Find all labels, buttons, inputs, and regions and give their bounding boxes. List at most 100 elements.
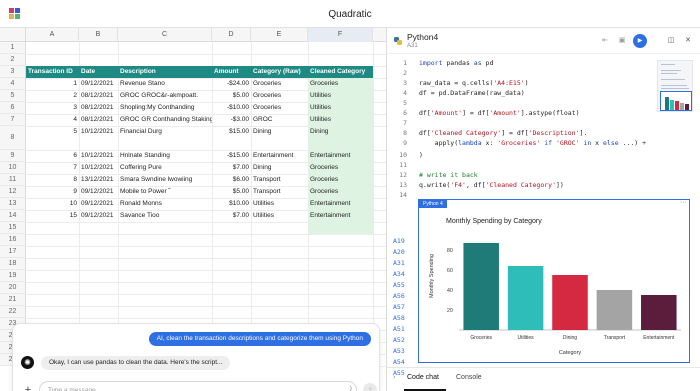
table-cell[interactable]: Groceries [251, 78, 308, 90]
row-header[interactable]: 2 [0, 54, 26, 66]
code-line[interactable]: apply(lambda x: 'Groceries' if 'GROC' in… [419, 138, 646, 148]
add-attachment-plus-icon[interactable]: + [21, 383, 35, 391]
column-header-c[interactable]: C [118, 28, 212, 42]
table-cell[interactable]: Dining [251, 162, 308, 174]
table-cell[interactable]: Revenue Stano [118, 78, 212, 90]
row-header[interactable]: 8 [0, 126, 26, 150]
row-header[interactable]: 20 [0, 282, 26, 294]
table-cell[interactable]: Entertainment [308, 210, 373, 222]
table-cell[interactable]: Dining [251, 126, 308, 150]
code-line[interactable]: import pandas as pd [419, 58, 493, 68]
select-all-corner[interactable] [0, 28, 26, 42]
table-cell[interactable]: 5 [26, 126, 79, 150]
row-header[interactable]: 9 [0, 150, 26, 162]
collapse-icon[interactable]: ⇤ [599, 35, 611, 47]
table-cell[interactable]: 10/12/2021 [79, 126, 118, 150]
send-arrow-icon[interactable]: ↑ [363, 383, 377, 391]
table-cell[interactable]: Financial Durg [118, 126, 212, 150]
table-cell[interactable]: -$10.00 [212, 102, 251, 114]
table-cell[interactable]: 09/12/2021 [79, 210, 118, 222]
table-cell[interactable]: 09/12/2021 [79, 198, 118, 210]
table-cell[interactable]: Smara Swndine lwowiing [118, 174, 212, 186]
table-cell[interactable]: -$15.00 [212, 150, 251, 162]
code-line[interactable]: df['Amount'] = df['Amount'].astype(float… [419, 108, 579, 118]
table-header-cell[interactable]: Amount [212, 66, 251, 78]
code-line[interactable]: # write it back [419, 170, 478, 180]
table-cell[interactable]: 10/12/2021 [79, 162, 118, 174]
table-header-cell[interactable]: Category (Raw) [251, 66, 308, 78]
table-cell[interactable]: Groceries [251, 90, 308, 102]
code-line[interactable]: q.write('F4', df['Cleaned Category']) [419, 180, 564, 190]
table-cell[interactable]: Groceries [308, 186, 373, 198]
table-cell[interactable]: Entertainment [308, 198, 373, 210]
tab-console[interactable]: Console [456, 374, 482, 381]
code-minimap[interactable] [657, 60, 693, 112]
table-cell[interactable]: 15 [26, 210, 79, 222]
table-cell[interactable]: 6 [26, 150, 79, 162]
column-header-f[interactable]: F [308, 28, 373, 42]
row-header[interactable]: 1 [0, 42, 26, 54]
spreadsheet[interactable]: ABCDEF 1 2 3 4 5 6 7 8 9 10 11 12 13 14 15 16 17 18 19 20 21… [0, 28, 386, 391]
chart-output[interactable]: Python 4 ⋯ Monthly Spending by Category M… [418, 199, 690, 363]
code-line[interactable]: raw_data = q.cells('A4:E15') [419, 78, 529, 88]
row-header[interactable]: 10 [0, 162, 26, 174]
row-header[interactable]: 19 [0, 270, 26, 282]
table-header-cell[interactable]: Description [118, 66, 212, 78]
table-cell[interactable]: Ronald Monns [118, 198, 212, 210]
table-header-cell[interactable]: Date [79, 66, 118, 78]
row-header[interactable]: 4 [0, 78, 26, 90]
table-cell[interactable]: Utilities [251, 210, 308, 222]
column-header-a[interactable]: A [26, 28, 79, 42]
chevron-right-icon[interactable]: › [393, 374, 395, 381]
row-header[interactable]: 21 [0, 294, 26, 306]
column-header-b[interactable]: B [79, 28, 118, 42]
table-cell[interactable]: 1 [26, 78, 79, 90]
table-cell[interactable]: 7 [26, 162, 79, 174]
table-cell[interactable]: 08/12/2021 [79, 102, 118, 114]
table-cell[interactable]: 2 [26, 90, 79, 102]
table-cell[interactable]: 08/12/2021 [79, 114, 118, 126]
row-header[interactable]: 16 [0, 234, 26, 246]
row-header[interactable]: 17 [0, 246, 26, 258]
table-cell[interactable]: 4 [26, 114, 79, 126]
table-cell[interactable]: $15.00 [212, 126, 251, 150]
table-cell[interactable]: Transport [251, 186, 308, 198]
table-cell[interactable]: Groceries [308, 174, 373, 186]
table-header-cell[interactable]: Cleaned Category [308, 66, 373, 78]
chat-message-input[interactable] [39, 381, 357, 391]
table-cell[interactable]: 08/12/2021 [79, 90, 118, 102]
table-cell[interactable]: Shopling:My Conthanding [118, 102, 212, 114]
table-cell[interactable]: 09/12/2021 [79, 186, 118, 198]
column-header-d[interactable]: D [212, 28, 251, 42]
row-header[interactable]: 6 [0, 102, 26, 114]
table-cell[interactable]: Mobile to Power ˜ [118, 186, 212, 198]
row-header[interactable]: 13 [0, 198, 26, 210]
table-cell[interactable]: 13/12/2021 [79, 174, 118, 186]
code-line[interactable]: df['Cleaned Category'] = df['Description… [419, 128, 587, 138]
table-cell[interactable]: 8 [26, 174, 79, 186]
table-cell[interactable]: 09/12/2021 [79, 78, 118, 90]
table-cell[interactable]: Transport [251, 174, 308, 186]
table-cell[interactable]: 10/12/2021 [79, 150, 118, 162]
row-header[interactable]: 7 [0, 114, 26, 126]
table-header-cell[interactable]: Transaction ID [26, 66, 79, 78]
code-line[interactable]: ) [419, 150, 423, 160]
tab-code-chat[interactable]: Code chat [407, 374, 439, 381]
table-cell[interactable]: $5.00 [212, 90, 251, 102]
table-cell[interactable]: Utilities [308, 114, 373, 126]
table-cell[interactable]: 3 [26, 102, 79, 114]
paperclip-icon[interactable]: ⌇ [349, 385, 353, 391]
table-cell[interactable]: Utilities [308, 102, 373, 114]
table-cell[interactable]: Entertainment [308, 150, 373, 162]
table-cell[interactable]: $7.00 [212, 162, 251, 174]
row-header[interactable]: 3 [0, 66, 26, 78]
table-cell[interactable]: $5.00 [212, 186, 251, 198]
row-header[interactable]: 22 [0, 306, 26, 318]
table-cell[interactable]: Groceries [308, 78, 373, 90]
table-cell[interactable]: Hnlnate Standing [118, 150, 212, 162]
table-cell[interactable]: GROC GROC&r-akmpoatt. [118, 90, 212, 102]
table-cell[interactable]: 9 [26, 186, 79, 198]
row-header[interactable]: 5 [0, 90, 26, 102]
table-cell[interactable]: Utilities [308, 90, 373, 102]
row-header[interactable]: 18 [0, 258, 26, 270]
